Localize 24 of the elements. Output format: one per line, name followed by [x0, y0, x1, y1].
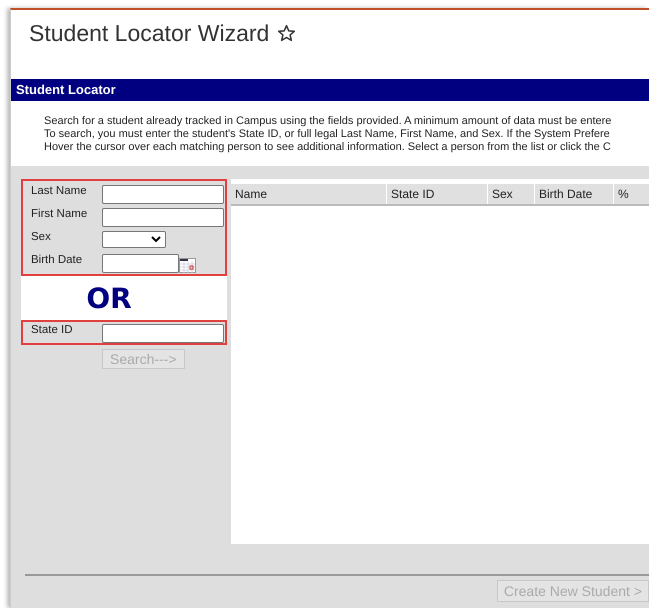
column-header[interactable]: % [614, 184, 649, 204]
field-label: Last Name [31, 185, 88, 197]
field-label: Sex [31, 231, 52, 243]
star-icon[interactable] [277, 24, 296, 43]
sex-dropdown[interactable] [102, 231, 166, 248]
text-field[interactable] [102, 208, 224, 227]
section-header: Student Locator [11, 79, 649, 101]
or-separator: OR [86, 282, 133, 314]
column-header[interactable]: State ID [387, 184, 488, 204]
field-label: Birth Date [31, 254, 84, 266]
instruction-text: Search for a student already tracked in Campus using the fields provided. A minimum amount of data must be entere [44, 115, 612, 128]
date-field[interactable] [102, 254, 179, 273]
text-field[interactable] [102, 185, 224, 204]
column-header[interactable]: Name [231, 184, 387, 204]
text-field[interactable] [102, 324, 224, 343]
window-title: Student Locator Wizard [29, 19, 270, 48]
field-label: State ID [31, 324, 74, 336]
chevron-icon [151, 236, 161, 243]
field-label: First Name [31, 208, 88, 220]
instruction-text: To search, you must enter the student's State ID, or full legal Last Name, First Name, and Sex. If the System Prefere [44, 128, 611, 141]
calendar-icon[interactable] [179, 258, 196, 273]
instruction-text: Hover the cursor over each matching person to see additional information. Select a person from the list or click the C [44, 141, 612, 154]
column-header[interactable]: Sex [488, 184, 535, 204]
column-header[interactable]: Birth Date [535, 184, 614, 204]
